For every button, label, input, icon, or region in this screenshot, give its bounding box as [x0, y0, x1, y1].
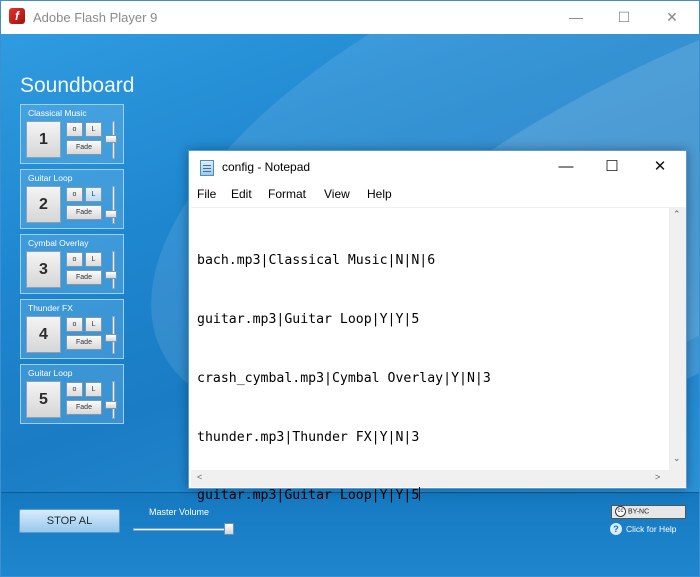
pad-play-button[interactable]: 2 — [26, 186, 61, 223]
pad-overlay-button[interactable]: o — [66, 317, 83, 332]
pad-label: Cymbal Overlay — [28, 238, 89, 248]
notepad-text: bach.mp3|Classical Music|N|N|6 guitar.mp… — [197, 212, 491, 545]
menu-format[interactable]: Format — [268, 187, 306, 201]
pad-volume-handle[interactable] — [105, 210, 117, 218]
pad-fade-button[interactable]: Fade — [66, 140, 102, 155]
pad-volume-handle[interactable] — [105, 400, 117, 409]
flash-player-window: f Adobe Flash Player 9 — ☐ ✕ Soundboard … — [0, 0, 700, 577]
stop-all-button[interactable]: STOP AL — [19, 509, 120, 533]
pad-overlay-button[interactable]: o — [66, 187, 83, 202]
help-icon[interactable]: ? — [610, 523, 622, 535]
text-line: bach.mp3|Classical Music|N|N|6 — [197, 253, 436, 269]
sound-pad: Classical Music 1 o L Fade — [20, 104, 124, 164]
horizontal-scrollbar[interactable]: < > — [191, 470, 669, 487]
notepad-titlebar[interactable]: config - Notepad — ☐ ✕ — [189, 151, 686, 183]
pad-loop-button[interactable]: L — [85, 252, 102, 267]
cc-license-label: BY-NC — [628, 508, 650, 516]
creative-commons-badge[interactable]: cc BY-NC — [611, 505, 686, 519]
pad-label: Classical Music — [28, 108, 87, 118]
pad-label: Thunder FX — [28, 303, 73, 313]
pad-fade-button[interactable]: Fade — [66, 335, 102, 350]
text-line: crash_cymbal.mp3|Cymbal Overlay|Y|N|3 — [197, 370, 491, 386]
notepad-title: config - Notepad — [222, 160, 311, 174]
pad-volume-handle[interactable] — [105, 270, 117, 279]
text-line: guitar.mp3|Guitar Loop|Y|Y|5 — [197, 488, 420, 504]
pad-fade-button[interactable]: Fade — [66, 270, 102, 285]
pad-volume-track[interactable] — [112, 186, 115, 224]
notepad-close-button[interactable]: ✕ — [637, 151, 683, 183]
pad-loop-button[interactable]: L — [85, 122, 102, 137]
flash-logo-icon: f — [9, 8, 25, 24]
scroll-down-icon[interactable]: ⌄ — [673, 453, 681, 464]
menu-edit[interactable]: Edit — [231, 187, 252, 201]
sound-pad: Cymbal Overlay 3 o L Fade — [20, 234, 124, 294]
pad-volume-handle[interactable] — [105, 134, 117, 143]
scroll-right-icon[interactable]: > — [655, 472, 660, 482]
text-caret — [419, 486, 421, 502]
scroll-up-icon[interactable]: ⌃ — [673, 209, 681, 220]
pad-play-button[interactable]: 3 — [26, 251, 61, 288]
notepad-window: config - Notepad — ☐ ✕ File Edit Format … — [188, 150, 687, 503]
pad-overlay-button[interactable]: o — [66, 122, 83, 137]
soundboard-title: Soundboard — [20, 74, 135, 97]
flash-minimize-button[interactable]: — — [553, 1, 599, 34]
sound-pad: Guitar Loop 5 o L Fade — [20, 364, 124, 424]
menu-view[interactable]: View — [324, 187, 350, 201]
pad-overlay-button[interactable]: o — [66, 382, 83, 397]
pad-label: Guitar Loop — [28, 368, 73, 378]
pad-loop-button[interactable]: L — [85, 382, 102, 397]
flash-close-button[interactable]: ✕ — [649, 1, 695, 34]
notepad-minimize-button[interactable]: — — [543, 151, 589, 183]
pad-loop-button[interactable]: L — [85, 317, 102, 332]
pad-loop-button[interactable]: L — [85, 187, 102, 202]
text-line-last: guitar.mp3|Guitar Loop|Y|Y|5 — [197, 486, 491, 506]
notepad-menubar: File Edit Format View Help — [189, 183, 686, 205]
pad-play-button[interactable]: 5 — [26, 381, 61, 418]
pad-volume-handle[interactable] — [105, 334, 117, 342]
text-line: guitar.mp3|Guitar Loop|Y|Y|5 — [197, 311, 420, 327]
flash-titlebar[interactable]: f Adobe Flash Player 9 — ☐ ✕ — [1, 1, 699, 34]
flash-maximize-button[interactable]: ☐ — [601, 1, 647, 34]
help-link[interactable]: Click for Help — [626, 524, 677, 534]
notepad-maximize-button[interactable]: ☐ — [589, 151, 635, 183]
vertical-scrollbar[interactable]: ⌃ ⌄ — [669, 207, 686, 470]
text-line: thunder.mp3|Thunder FX|Y|N|3 — [197, 429, 420, 445]
sound-pad: Guitar Loop 2 o L Fade — [20, 169, 124, 229]
scroll-left-icon[interactable]: < — [197, 472, 202, 482]
menu-file[interactable]: File — [197, 187, 216, 201]
scrollbar-corner — [669, 470, 686, 487]
pad-play-button[interactable]: 4 — [26, 316, 61, 353]
pad-play-button[interactable]: 1 — [26, 121, 61, 158]
flash-window-title: Adobe Flash Player 9 — [33, 10, 158, 25]
pad-label: Guitar Loop — [28, 173, 73, 183]
cc-icon: cc — [615, 506, 626, 517]
sound-pad: Thunder FX 4 o L Fade — [20, 299, 124, 359]
pad-overlay-button[interactable]: o — [66, 252, 83, 267]
pad-fade-button[interactable]: Fade — [66, 400, 102, 415]
notepad-app-icon — [200, 160, 214, 176]
notepad-text-area[interactable]: bach.mp3|Classical Music|N|N|6 guitar.mp… — [191, 207, 675, 503]
pad-fade-button[interactable]: Fade — [66, 205, 102, 220]
menu-help[interactable]: Help — [367, 187, 392, 201]
